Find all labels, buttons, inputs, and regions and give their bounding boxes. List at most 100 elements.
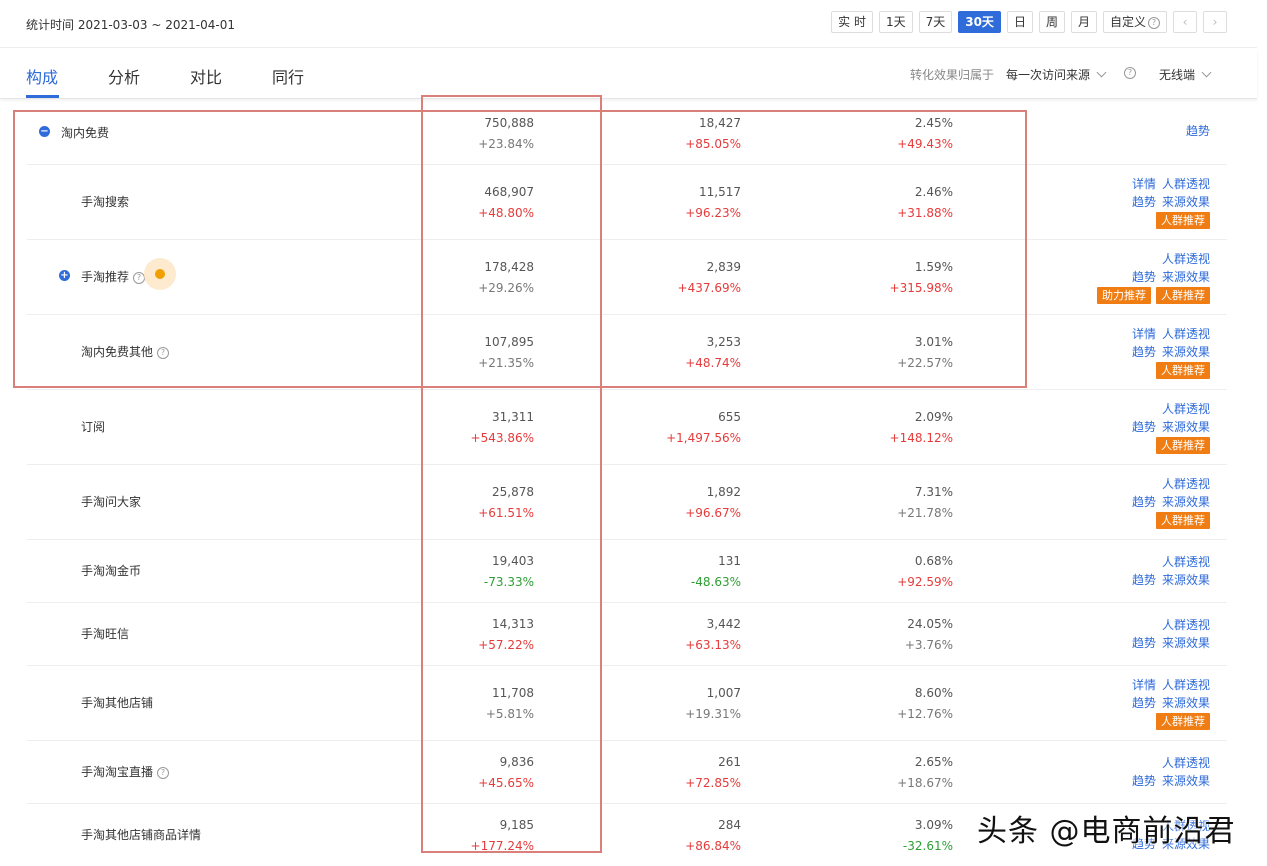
range-custom-button[interactable]: 自定义?: [1103, 11, 1167, 33]
attribution-select[interactable]: 每一次访问来源: [1006, 66, 1105, 83]
detail-link[interactable]: 详情: [1132, 175, 1156, 193]
range-7d-button[interactable]: 7天: [919, 11, 953, 33]
buyers-change: +96.67%: [621, 506, 741, 520]
chevron-down-icon: [1097, 68, 1107, 78]
crowd-recommend-tag[interactable]: 人群推荐: [1156, 512, 1210, 529]
conversion-change: +148.12%: [833, 431, 953, 445]
trend-link[interactable]: 趋势: [1132, 634, 1156, 652]
source-name: 手淘淘宝直播?: [81, 763, 169, 780]
conversion-change: +12.76%: [833, 707, 953, 721]
crowd-recommend-tag[interactable]: 人群推荐: [1156, 437, 1210, 454]
attribution-label: 转化效果归属于: [910, 66, 994, 83]
buyers-value: 3,442: [621, 617, 741, 631]
range-1d-button[interactable]: 1天: [879, 11, 913, 33]
trend-link[interactable]: 趋势: [1132, 343, 1156, 361]
source-effect-link[interactable]: 来源效果: [1162, 418, 1210, 436]
row-actions: 详情人群透视 趋势来源效果 人群推荐: [1126, 676, 1210, 730]
crowd-recommend-tag[interactable]: 人群推荐: [1156, 713, 1210, 730]
tab-peers[interactable]: 同行: [272, 64, 304, 88]
table-row: 手淘其他店铺 11,708 +5.81% 1,007 +19.31% 8.60%…: [27, 666, 1227, 741]
table-row: 手淘淘金币 19,403 -73.33% 131 -48.63% 0.68% +…: [27, 540, 1227, 603]
row-actions: 人群透视 趋势来源效果: [1126, 616, 1210, 652]
source-effect-link[interactable]: 来源效果: [1162, 772, 1210, 790]
trend-link[interactable]: 趋势: [1132, 694, 1156, 712]
conversion-value: 24.05%: [833, 617, 953, 631]
table-row: 手淘旺信 14,313 +57.22% 3,442 +63.13% 24.05%…: [27, 603, 1227, 666]
trend-link[interactable]: 趋势: [1132, 571, 1156, 589]
buyers-change: +19.31%: [621, 707, 741, 721]
trend-link[interactable]: 趋势: [1132, 418, 1156, 436]
table-row: 手淘淘宝直播? 9,836 +45.65% 261 +72.85% 2.65% …: [27, 741, 1227, 804]
detail-link[interactable]: 详情: [1132, 676, 1156, 694]
crowd-link[interactable]: 人群透视: [1162, 325, 1210, 343]
source-effect-link[interactable]: 来源效果: [1162, 268, 1210, 286]
row-actions: 人群透视 趋势来源效果: [1126, 553, 1210, 589]
trend-link[interactable]: 趋势: [1132, 493, 1156, 511]
prev-period-button[interactable]: ‹: [1173, 11, 1197, 33]
chevron-down-icon: [1202, 68, 1212, 78]
row-actions: 人群透视 趋势来源效果 人群推荐: [1126, 400, 1210, 454]
period-label: 统计时间 2021-03-03 ~ 2021-04-01: [26, 16, 235, 33]
crowd-link[interactable]: 人群透视: [1162, 553, 1210, 571]
conversion-value: 3.09%: [833, 818, 953, 832]
source-effect-link[interactable]: 来源效果: [1162, 343, 1210, 361]
trend-link[interactable]: 趋势: [1132, 268, 1156, 286]
source-effect-link[interactable]: 来源效果: [1162, 634, 1210, 652]
source-name: 手淘其他店铺: [81, 694, 153, 711]
conversion-change: +92.59%: [833, 575, 953, 589]
highlight-box-visitors-column: [421, 95, 602, 853]
trend-link[interactable]: 趋势: [1186, 122, 1210, 140]
row-actions: 详情人群透视 趋势来源效果 人群推荐: [1126, 175, 1210, 229]
table-row: 订阅 31,311 +543.86% 655 +1,497.56% 2.09% …: [27, 390, 1227, 465]
watermark: 头条 @电商前沿君: [977, 806, 1236, 850]
conversion-change: +21.78%: [833, 506, 953, 520]
buyers-value: 1,892: [621, 485, 741, 499]
row-actions: 趋势: [1180, 122, 1210, 140]
buyers-change: +86.84%: [621, 839, 741, 853]
range-week-button[interactable]: 周: [1039, 11, 1065, 33]
conversion-change: +3.76%: [833, 638, 953, 652]
crowd-recommend-tag[interactable]: 人群推荐: [1156, 212, 1210, 229]
source-effect-link[interactable]: 来源效果: [1162, 493, 1210, 511]
range-buttons: 实 时 1天 7天 30天 日 周 月 自定义? ‹ ›: [831, 11, 1227, 33]
row-actions: 详情人群透视 趋势来源效果 人群推荐: [1126, 325, 1210, 379]
crowd-link[interactable]: 人群透视: [1162, 175, 1210, 193]
range-custom-label: 自定义: [1110, 15, 1146, 29]
device-select[interactable]: 无线端: [1159, 66, 1210, 83]
conversion-value: 7.31%: [833, 485, 953, 499]
tab-compare[interactable]: 对比: [190, 64, 222, 88]
buyers-value: 261: [621, 755, 741, 769]
range-realtime-button[interactable]: 实 时: [831, 11, 873, 33]
crowd-recommend-tag[interactable]: 人群推荐: [1156, 362, 1210, 379]
range-month-button[interactable]: 月: [1071, 11, 1097, 33]
conversion-value: 8.60%: [833, 686, 953, 700]
crowd-link[interactable]: 人群透视: [1162, 475, 1210, 493]
trend-link[interactable]: 趋势: [1132, 772, 1156, 790]
crowd-link[interactable]: 人群透视: [1162, 754, 1210, 772]
next-period-button[interactable]: ›: [1203, 11, 1227, 33]
conversion-change: -32.61%: [833, 839, 953, 853]
device-value: 无线端: [1159, 68, 1195, 82]
detail-link[interactable]: 详情: [1132, 325, 1156, 343]
help-icon[interactable]: ?: [1124, 67, 1136, 79]
source-effect-link[interactable]: 来源效果: [1162, 571, 1210, 589]
source-effect-link[interactable]: 来源效果: [1162, 694, 1210, 712]
crowd-link[interactable]: 人群透视: [1162, 676, 1210, 694]
crowd-link[interactable]: 人群透视: [1162, 400, 1210, 418]
tab-composition[interactable]: 构成: [26, 64, 58, 88]
crowd-link[interactable]: 人群透视: [1162, 616, 1210, 634]
buyers-change: -48.63%: [621, 575, 741, 589]
crowd-link[interactable]: 人群透视: [1162, 250, 1210, 268]
buyers-value: 655: [621, 410, 741, 424]
range-day-button[interactable]: 日: [1007, 11, 1033, 33]
conversion-value: 0.68%: [833, 554, 953, 568]
source-name-label: 手淘淘宝直播: [81, 765, 153, 779]
source-effect-link[interactable]: 来源效果: [1162, 193, 1210, 211]
trend-link[interactable]: 趋势: [1132, 193, 1156, 211]
tab-analysis[interactable]: 分析: [108, 64, 140, 88]
boost-recommend-tag[interactable]: 助力推荐: [1097, 287, 1151, 304]
range-30d-button[interactable]: 30天: [958, 11, 1001, 33]
crowd-recommend-tag[interactable]: 人群推荐: [1156, 287, 1210, 304]
help-icon[interactable]: ?: [157, 767, 169, 779]
row-actions: 人群透视 趋势来源效果 助力推荐人群推荐: [1092, 250, 1210, 304]
